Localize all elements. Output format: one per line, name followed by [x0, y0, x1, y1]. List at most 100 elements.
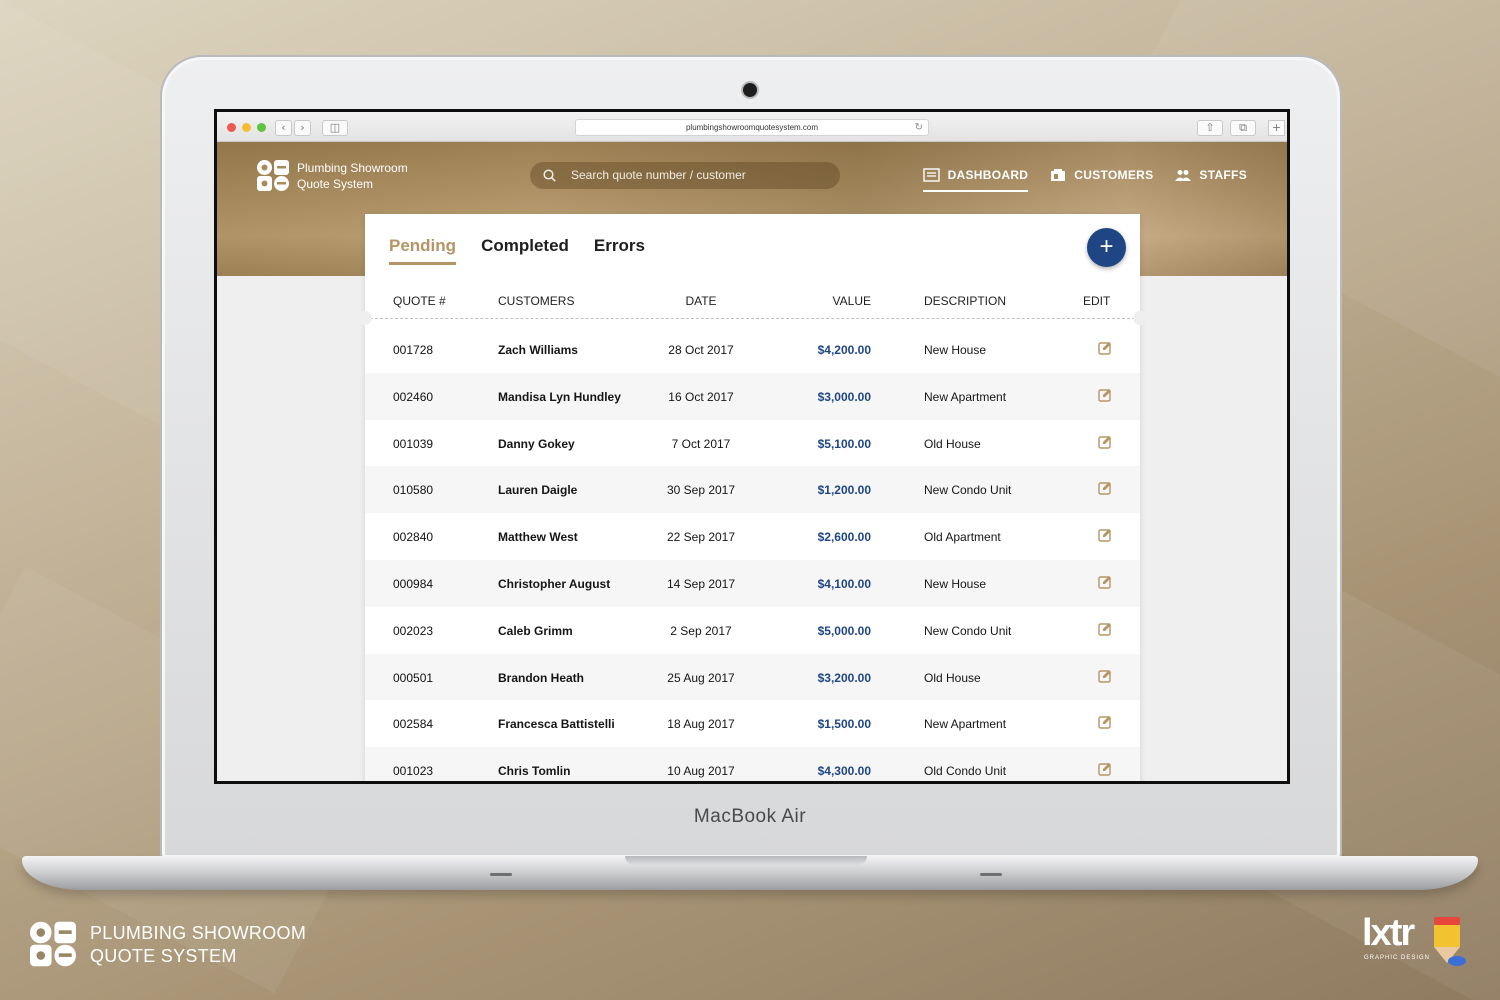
camera — [743, 83, 757, 97]
column-description[interactable]: DESCRIPTION — [924, 294, 1006, 308]
top-navigation: DASHBOARD CUSTOMERS STAFFS — [922, 162, 1247, 192]
edit-icon[interactable] — [1098, 669, 1112, 686]
maximize-window-button[interactable] — [257, 123, 266, 132]
edit-icon[interactable] — [1098, 575, 1112, 592]
customer-name-cell: Mandisa Lyn Hundley — [498, 389, 621, 404]
date-cell: 25 Aug 2017 — [667, 670, 735, 685]
edit-icon[interactable] — [1098, 341, 1112, 358]
search-placeholder: Search quote number / customer — [571, 168, 746, 182]
edit-icon[interactable] — [1098, 528, 1112, 545]
customer-name-cell: Brandon Heath — [498, 670, 585, 685]
value-cell: $4,100.00 — [817, 576, 871, 591]
description-cell: New Condo Unit — [924, 483, 1012, 498]
nav-staffs[interactable]: STAFFS — [1175, 162, 1247, 188]
description-cell: Old House — [924, 436, 981, 451]
edit-icon[interactable] — [1098, 762, 1112, 779]
brand-line-1: Plumbing Showroom — [297, 161, 408, 175]
reload-icon[interactable]: ↻ — [915, 120, 923, 135]
nav-customers[interactable]: CUSTOMERS — [1050, 162, 1153, 188]
value-cell: $4,200.00 — [817, 343, 871, 357]
quote-number-cell: 002584 — [393, 717, 434, 732]
date-cell: 2 Sep 2017 — [670, 623, 732, 638]
quote-status-tabs: Pending Completed Errors — [389, 236, 645, 265]
description-cell: New Apartment — [924, 717, 1007, 732]
tab-completed[interactable]: Completed — [481, 236, 569, 265]
value-cell: $1,500.00 — [817, 717, 871, 732]
agency-subtitle: GRAPHIC DESIGN — [1364, 955, 1431, 961]
close-window-button[interactable] — [227, 123, 236, 132]
quotes-table-body: 001728 Zach Williams 28 Oct 2017 $4,200.00 N… — [365, 326, 1140, 781]
laptop-foot-left — [490, 873, 512, 876]
edit-icon[interactable] — [1098, 435, 1112, 452]
search-input[interactable]: Search quote number / customer — [530, 162, 840, 189]
forward-button[interactable]: › — [294, 120, 311, 136]
tab-errors[interactable]: Errors — [594, 236, 645, 265]
footer-title: PLUMBING SHOWROOM QUOTE SYSTEM — [90, 922, 306, 968]
back-button[interactable]: ‹ — [275, 120, 292, 136]
customer-name-cell: Christopher August — [498, 576, 611, 591]
table-row[interactable]: 002023 Caleb Grimm 2 Sep 2017 $5,000.00 New … — [365, 607, 1140, 654]
value-cell: $3,000.00 — [817, 389, 871, 404]
share-button[interactable]: ⇧ — [1197, 120, 1223, 136]
customer-name-cell: Zach Williams — [498, 343, 578, 357]
description-cell: New House — [924, 576, 987, 591]
minimize-window-button[interactable] — [242, 123, 251, 132]
edit-icon[interactable] — [1098, 388, 1112, 405]
table-row[interactable]: 010580 Lauren Daigle 30 Sep 2017 $1,200.00 N… — [365, 466, 1140, 514]
table-row[interactable]: 001728 Zach Williams 28 Oct 2017 $4,200.00 N… — [365, 326, 1140, 373]
footer-logo-icon — [30, 921, 76, 967]
quote-number-cell: 001039 — [393, 436, 434, 451]
quote-number-cell: 001728 — [393, 343, 434, 357]
footer-title-line-2: QUOTE SYSTEM — [90, 946, 237, 966]
value-cell: $1,200.00 — [817, 483, 871, 498]
tabs-overview-button[interactable]: ⧉ — [1230, 120, 1256, 136]
nav-dashboard[interactable]: DASHBOARD — [922, 162, 1029, 192]
new-tab-button[interactable]: + — [1268, 120, 1285, 136]
table-row[interactable]: 002460 Mandisa Lyn Hundley 16 Oct 2017 $3,0… — [365, 372, 1140, 420]
description-cell: New House — [924, 343, 987, 357]
staffs-icon — [1175, 169, 1192, 181]
table-row[interactable]: 000501 Brandon Heath 25 Aug 2017 $3,200.00 O… — [365, 653, 1140, 701]
edit-icon[interactable] — [1098, 715, 1112, 732]
description-cell: Old Condo Unit — [924, 764, 1007, 779]
quote-number-cell: 002840 — [393, 530, 434, 545]
quote-number-cell: 001023 — [393, 764, 434, 779]
date-cell: 10 Aug 2017 — [667, 764, 735, 779]
column-customers[interactable]: CUSTOMERS — [498, 294, 574, 308]
customers-icon — [1051, 168, 1066, 181]
description-cell: Old Apartment — [924, 530, 1001, 545]
edit-icon[interactable] — [1098, 481, 1112, 498]
description-cell: New Condo Unit — [924, 623, 1012, 638]
column-quote[interactable]: QUOTE # — [393, 294, 446, 308]
add-quote-button[interactable]: + — [1087, 228, 1126, 267]
column-date[interactable]: DATE — [645, 294, 757, 308]
device-label: MacBook Air — [693, 806, 807, 827]
table-row[interactable]: 001023 Chris Tomlin 10 Aug 2017 $4,300.00 Ol… — [365, 747, 1140, 781]
divider-notch-right — [1133, 311, 1147, 325]
customer-name-cell: Francesca Battistelli — [498, 717, 615, 732]
description-cell: New Apartment — [924, 389, 1007, 404]
brand-line-2: Quote System — [297, 177, 374, 191]
quote-number-cell: 000501 — [393, 670, 434, 685]
table-row[interactable]: 001039 Danny Gokey 7 Oct 2017 $5,100.00 Old … — [365, 420, 1140, 467]
table-row[interactable]: 002840 Matthew West 22 Sep 2017 $2,600.00 Ol… — [365, 513, 1140, 560]
laptop-opening-notch — [625, 856, 867, 865]
column-value[interactable]: VALUE — [777, 294, 871, 308]
edit-icon[interactable] — [1098, 622, 1112, 639]
value-cell: $2,600.00 — [817, 530, 871, 545]
date-cell: 18 Aug 2017 — [667, 717, 735, 732]
nav-staffs-label: STAFFS — [1199, 168, 1247, 182]
app-logo-icon[interactable] — [257, 160, 289, 191]
nav-dashboard-label: DASHBOARD — [947, 168, 1029, 182]
date-cell: 16 Oct 2017 — [668, 389, 734, 404]
pencil-icon — [1434, 917, 1466, 966]
header-divider — [365, 318, 1140, 319]
date-cell: 28 Oct 2017 — [668, 343, 734, 357]
app-brand: Plumbing Showroom Quote System — [297, 160, 408, 192]
table-header: QUOTE # CUSTOMERS DATE VALUE DESCRIPTION… — [365, 294, 1140, 314]
tab-pending[interactable]: Pending — [389, 236, 457, 265]
sidebar-toggle-button[interactable]: ◫ — [322, 120, 348, 136]
table-row[interactable]: 000984 Christopher August 14 Sep 2017 $4,10… — [365, 559, 1140, 607]
table-row[interactable]: 002584 Francesca Battistelli 18 Aug 2017 $1… — [365, 700, 1140, 747]
address-bar[interactable]: plumbingshowroomquotesystem.com ↻ — [575, 119, 929, 136]
